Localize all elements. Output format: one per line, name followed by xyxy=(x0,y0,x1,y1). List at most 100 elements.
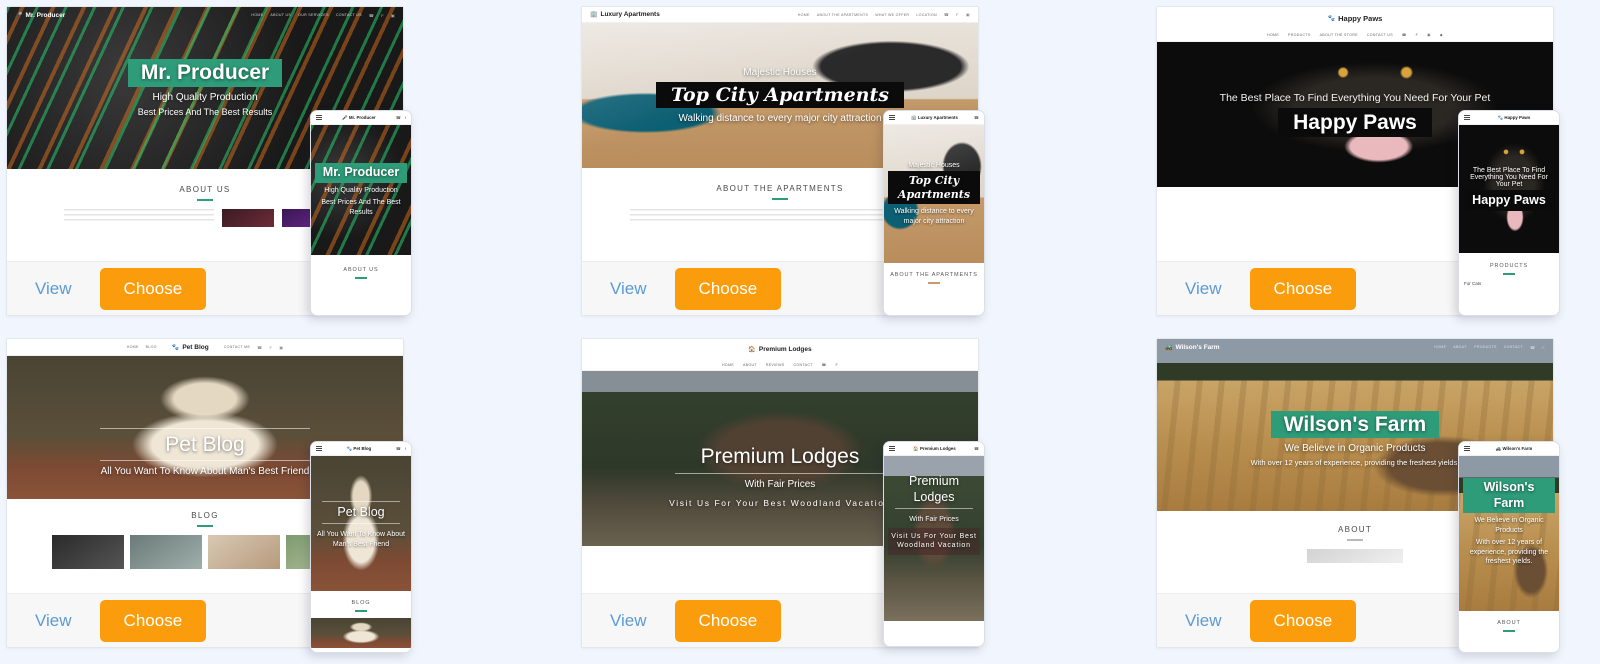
choose-button[interactable]: Choose xyxy=(1249,599,1357,642)
mobile-preview[interactable]: 🐾 Happy Paws The Best Place To Find Ever… xyxy=(1458,110,1560,316)
site-header: 🏢 Luxury Apartments HOME ABOUT THE APART… xyxy=(582,7,978,23)
site-nav-right[interactable]: CONTACT ME ☎ f ▣ xyxy=(224,345,284,350)
site-header: 🏠 Premium Lodges xyxy=(582,339,978,359)
nav-item[interactable]: HOME xyxy=(798,13,810,17)
facebook-icon[interactable]: f xyxy=(1416,33,1419,37)
phone-icon[interactable]: ☎ xyxy=(257,345,262,350)
nav-item[interactable]: HOME xyxy=(722,363,734,367)
mobile-preview[interactable]: 🐾 Pet Blog ☎ f Pet Blog All You Want To … xyxy=(310,441,412,653)
phone-icon[interactable]: ☎ xyxy=(1402,33,1407,37)
phone-icon[interactable]: ☎ xyxy=(822,363,827,367)
nav-item[interactable]: LOCATION xyxy=(916,13,937,17)
mobile-hero-subtitle-2: With over 12 years of experience, provid… xyxy=(1469,539,1549,565)
site-nav[interactable]: HOME ABOUT US OUR SERVICES CONTACT US ☎ … xyxy=(251,13,395,18)
choose-button[interactable]: Choose xyxy=(674,267,782,310)
nav-item[interactable]: HOME xyxy=(251,13,263,17)
instagram-icon[interactable]: ▣ xyxy=(279,345,283,350)
mobile-hero-subtitle: All You Want To Know About Man's Best Fr… xyxy=(317,531,405,548)
nav-item[interactable]: WHAT WE OFFER xyxy=(875,13,909,17)
mobile-header: 🏢 Luxury Apartments ☎ xyxy=(884,111,984,125)
nav-item[interactable]: CONTACT ME xyxy=(224,345,250,349)
facebook-icon[interactable]: f xyxy=(405,115,406,120)
phone-icon[interactable]: ☎ xyxy=(396,115,401,120)
nav-item[interactable]: OUR SERVICES xyxy=(298,13,329,17)
facebook-icon[interactable]: f xyxy=(381,13,384,18)
view-button[interactable]: View xyxy=(604,607,653,635)
phone-icon[interactable]: ☎ xyxy=(974,446,979,451)
view-button[interactable]: View xyxy=(604,275,653,303)
brand-label: Premium Lodges xyxy=(920,445,956,451)
nav-item[interactable]: ABOUT US xyxy=(270,13,291,17)
facebook-icon[interactable]: f xyxy=(269,345,272,350)
view-button[interactable]: View xyxy=(29,607,78,635)
mobile-preview[interactable]: 🚜 Wilson's Farm Wilson's Farm We Believe… xyxy=(1458,441,1560,653)
mobile-preview[interactable]: 🎤 Mr. Producer ☎ f Mr. Producer High Qua… xyxy=(310,110,412,316)
nav-item[interactable]: ABOUT xyxy=(1453,345,1467,349)
choose-button[interactable]: Choose xyxy=(99,267,207,310)
nav-item[interactable]: CONTACT US xyxy=(336,13,362,17)
hamburger-menu-icon[interactable] xyxy=(316,445,322,453)
phone-icon[interactable]: ☎ xyxy=(396,446,401,451)
mobile-hero: Wilson's Farm We Believe in Organic Prod… xyxy=(1459,456,1559,611)
template-card-luxury-apartments[interactable]: 🏢 Luxury Apartments HOME ABOUT THE APART… xyxy=(581,6,985,316)
template-card-wilsons-farm[interactable]: 🚜 Wilson's Farm HOME ABOUT PRODUCTS CONT… xyxy=(1156,338,1560,653)
nav-item[interactable]: HOME xyxy=(1267,33,1279,37)
site-nav[interactable]: HOME ABOUT REVIEWS CONTACT ☎ f xyxy=(582,359,978,371)
site-brand: 🏠 Premium Lodges xyxy=(748,346,811,353)
nav-item[interactable]: ABOUT THE STORE xyxy=(1320,33,1358,37)
mobile-blog-thumbnail[interactable] xyxy=(311,617,411,648)
choose-button[interactable]: Choose xyxy=(99,599,207,642)
site-nav[interactable]: HOME PRODUCTS ABOUT THE STORE CONTACT US… xyxy=(1157,29,1553,42)
hamburger-menu-icon[interactable] xyxy=(1464,114,1470,122)
mobile-brand: 🚜 Wilson's Farm xyxy=(1474,446,1554,452)
site-nav[interactable]: HOME ABOUT THE APARTMENTS WHAT WE OFFER … xyxy=(798,12,970,17)
hero-subtitle: We Believe in Organic Products xyxy=(1284,443,1426,455)
choose-button[interactable]: Choose xyxy=(1249,267,1357,310)
mobile-preview[interactable]: 🏢 Luxury Apartments ☎ Majestic Houses To… xyxy=(883,110,985,316)
blog-thumbnail[interactable] xyxy=(208,535,280,569)
mobile-preview[interactable]: 🏠 Premium Lodges ☎ Premium Lodges With F… xyxy=(883,441,985,647)
template-card-mr-producer[interactable]: 🎤 Mr. Producer HOME ABOUT US OUR SERVICE… xyxy=(6,6,412,316)
nav-item[interactable]: ABOUT xyxy=(743,363,757,367)
phone-icon[interactable]: ☎ xyxy=(369,13,374,18)
blog-thumbnail[interactable] xyxy=(130,535,202,569)
nav-item[interactable]: BLOG xyxy=(146,345,157,349)
nav-item[interactable]: ABOUT THE APARTMENTS xyxy=(817,13,868,17)
facebook-icon[interactable]: f xyxy=(1542,345,1545,350)
template-card-happy-paws[interactable]: 🐾 Happy Paws HOME PRODUCTS ABOUT THE STO… xyxy=(1156,6,1560,316)
instagram-icon[interactable]: ▣ xyxy=(391,13,395,18)
nav-item[interactable]: HOME xyxy=(1434,345,1446,349)
site-nav[interactable]: HOME ABOUT PRODUCTS CONTACT ☎ f xyxy=(1434,345,1545,350)
phone-icon[interactable]: ☎ xyxy=(1530,345,1535,350)
nav-item[interactable]: PRODUCTS xyxy=(1474,345,1497,349)
facebook-icon[interactable]: f xyxy=(405,446,406,451)
nav-item[interactable]: CONTACT xyxy=(794,363,813,367)
nav-item[interactable]: CONTACT xyxy=(1504,345,1523,349)
facebook-icon[interactable]: f xyxy=(956,12,959,17)
site-nav-left[interactable]: HOME BLOG xyxy=(127,345,157,349)
blog-thumbnail[interactable] xyxy=(52,535,124,569)
view-button[interactable]: View xyxy=(1179,607,1228,635)
facebook-icon[interactable]: f xyxy=(836,363,839,367)
hamburger-menu-icon[interactable] xyxy=(316,114,322,122)
phone-icon[interactable]: ☎ xyxy=(944,12,949,17)
choose-button[interactable]: Choose xyxy=(674,599,782,642)
template-card-premium-lodges[interactable]: 🏠 Premium Lodges HOME ABOUT REVIEWS CONT… xyxy=(581,338,985,648)
nav-item[interactable]: CONTACT US xyxy=(1367,33,1393,37)
instagram-icon[interactable]: ▣ xyxy=(1427,33,1431,37)
template-card-pet-blog[interactable]: HOME BLOG 🐾 Pet Blog CONTACT ME ☎ f ▣ xyxy=(6,338,412,653)
hamburger-menu-icon[interactable] xyxy=(1464,445,1470,453)
view-button[interactable]: View xyxy=(29,275,78,303)
phone-icon[interactable]: ☎ xyxy=(974,115,979,120)
nav-item[interactable]: REVIEWS xyxy=(766,363,785,367)
twitter-icon[interactable]: ◆ xyxy=(1440,33,1443,37)
nav-item[interactable]: PRODUCTS xyxy=(1288,33,1311,37)
nav-item[interactable]: HOME xyxy=(127,345,139,349)
hamburger-menu-icon[interactable] xyxy=(889,445,895,453)
mobile-section: ABOUT US xyxy=(311,255,411,279)
brand-label: Happy Paws xyxy=(1504,114,1531,120)
instagram-icon[interactable]: ▣ xyxy=(966,12,970,17)
view-button[interactable]: View xyxy=(1179,275,1228,303)
hamburger-menu-icon[interactable] xyxy=(889,114,895,122)
section-underline xyxy=(1347,539,1363,541)
